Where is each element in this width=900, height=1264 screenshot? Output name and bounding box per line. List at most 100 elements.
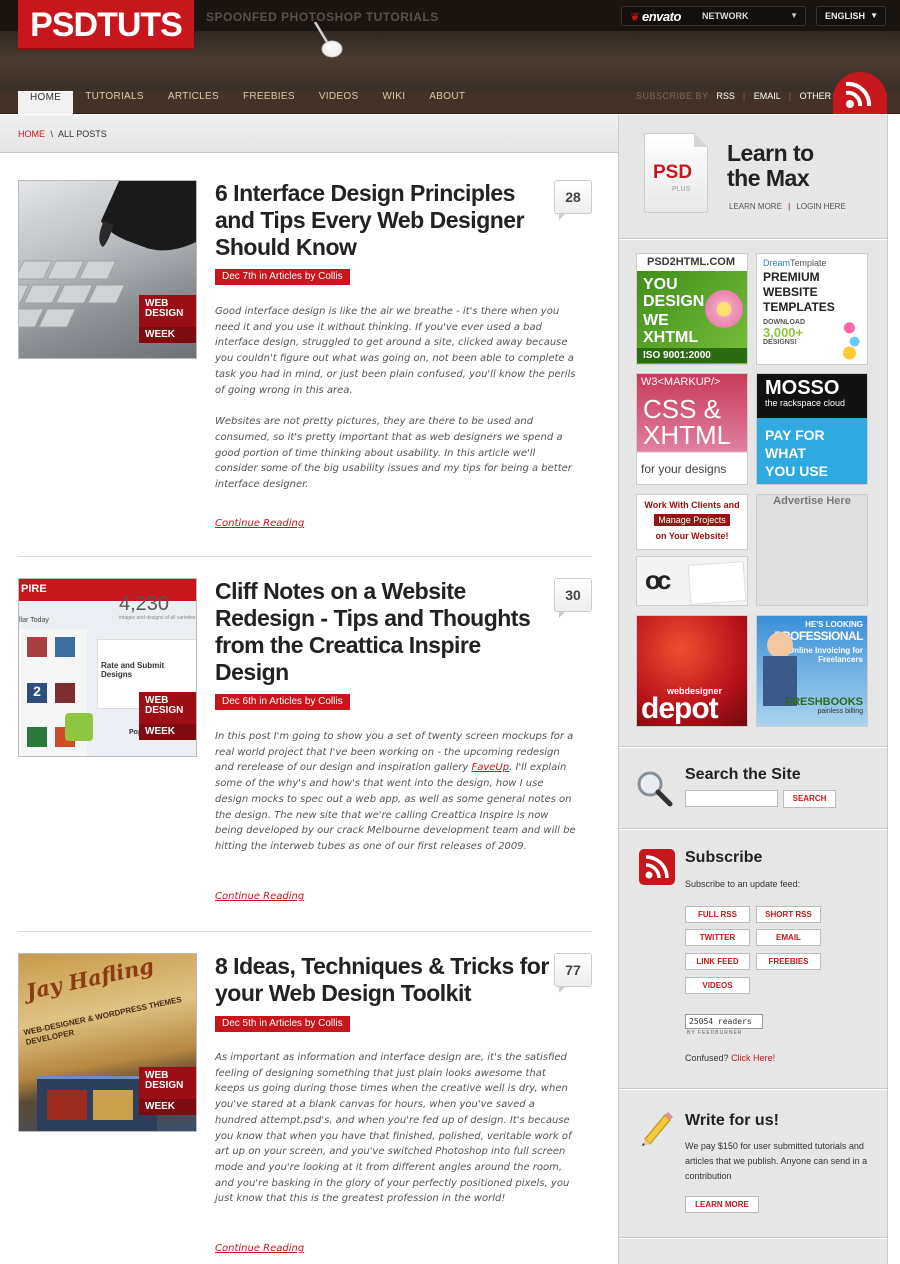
login-here-link[interactable]: LOGIN HERE [796, 202, 845, 211]
post-3-excerpt: As important as information and interfac… [215, 1050, 577, 1223]
advertise-here-slot[interactable]: Advertise Here [756, 494, 868, 606]
nav-articles[interactable]: ARTICLES [156, 91, 231, 114]
next-sidebar-box [619, 1240, 887, 1264]
faveup-link[interactable]: FaveUp [471, 762, 509, 773]
search-button[interactable]: SEARCH [783, 790, 836, 808]
confused-text: Confused? Click Here! [685, 1053, 776, 1063]
subscribe-rss-link[interactable]: RSS [716, 91, 735, 101]
feedburner-counter[interactable]: 25054 readers [685, 1014, 763, 1029]
feedburner-label: BY FEEDBURNER [687, 1030, 743, 1036]
web-design-week-badge: WEB DESIGN WEEK [139, 692, 196, 740]
psd-plus-links: LEARN MORE | LOGIN HERE [729, 202, 846, 211]
thumb-script: Jay Hafling [23, 953, 156, 1005]
site-header: PSDTUTS SPOONFED PHOTOSHOP TUTORIALS ❦ e… [0, 0, 900, 91]
nav-home[interactable]: HOME [18, 91, 74, 114]
post-2-continue-reading[interactable]: Continue Reading [215, 891, 304, 902]
email-button[interactable]: EMAIL [756, 929, 821, 946]
ad-oc[interactable]: oc [636, 556, 748, 606]
post-1: WEB DESIGN WEEK 6 Interface Design Princ… [18, 180, 592, 540]
post-1-paragraph: Websites are not pretty pictures, they a… [215, 416, 572, 491]
post-divider [18, 931, 592, 932]
psd-plus-box: PSD PLUS Learn to the Max LEARN MORE | L… [619, 115, 887, 240]
search-input[interactable] [685, 790, 778, 807]
subscribe-other-link[interactable]: OTHER [800, 91, 832, 101]
pencil-icon [642, 1112, 673, 1146]
nav-videos[interactable]: VIDEOS [307, 91, 371, 114]
post-3-title[interactable]: 8 Ideas, Techniques & Tricks for your We… [215, 953, 555, 1007]
swirl-decoration [839, 314, 865, 360]
post-3-comment-count[interactable]: 77 [554, 953, 592, 993]
businessman-illustration [767, 632, 793, 658]
web-design-week-badge: WEB DESIGN WEEK [139, 1067, 196, 1115]
post-1-continue-reading[interactable]: Continue Reading [215, 518, 304, 529]
network-dropdown[interactable]: ❦ envato NETWORK ▼ [621, 6, 806, 26]
breadcrumb-separator: \ [50, 129, 54, 139]
subscribe-by-label: SUBSCRIBE BY [636, 91, 709, 101]
subscribe-box: Subscribe Subscribe to an update feed: F… [619, 831, 887, 1090]
language-dropdown[interactable]: ENGLISH ▼ [816, 6, 886, 26]
subscribe-email-link[interactable]: EMAIL [754, 91, 781, 101]
post-1-title[interactable]: 6 Interface Design Principles and Tips E… [215, 180, 545, 261]
ads-box: PSD2HTML.COM YOU DESIGN WE XHTML ISO 900… [619, 241, 887, 748]
post-2-thumbnail[interactable]: PIRE 4,230 images and designs of all var… [18, 578, 197, 757]
post-3-continue-reading[interactable]: Continue Reading [215, 1243, 304, 1254]
post-2-meta[interactable]: Dec 6th in Articles by Collis [215, 694, 350, 710]
post-2-title[interactable]: Cliff Notes on a Website Redesign - Tips… [215, 578, 545, 686]
write-heading: Write for us! [685, 1112, 779, 1129]
main-nav: HOME TUTORIALS ARTICLES FREEBIES VIDEOS … [18, 91, 477, 114]
ad-w3markup[interactable]: W3<MARKUP/> CSS & XHTML for your designs [636, 373, 748, 485]
psd-plus-heading: Learn to the Max [727, 140, 814, 191]
twitter-button[interactable]: TWITTER [685, 929, 750, 946]
write-text: We pay $150 for user submitted tutorials… [685, 1141, 868, 1181]
write-learn-more-button[interactable]: LEARN MORE [685, 1196, 759, 1213]
post-1-meta[interactable]: Dec 7th in Articles by Collis [215, 269, 350, 285]
envato-brand: envato [642, 9, 681, 24]
ad-dreamtemplate[interactable]: DreamTemplate PREMIUM WEBSITE TEMPLATES … [756, 253, 868, 365]
nav-wiki[interactable]: WIKI [370, 91, 417, 114]
post-1-comment-count[interactable]: 28 [554, 180, 592, 220]
post-3-paragraph: As important as information and interfac… [215, 1052, 572, 1205]
post-1-paragraph: Good interface design is like the air we… [215, 306, 576, 396]
chevron-down-icon: ▼ [870, 11, 878, 20]
ad-freshbooks[interactable]: HE'S LOOKING PROFESSIONAL Online Invoici… [756, 615, 868, 727]
nav-about[interactable]: ABOUT [417, 91, 477, 114]
short-rss-button[interactable]: SHORT RSS [756, 906, 821, 923]
breadcrumb-home[interactable]: HOME [18, 129, 45, 139]
post-2: PIRE 4,230 images and designs of all var… [18, 578, 592, 908]
breadcrumb: HOME \ ALL POSTS [0, 115, 618, 153]
thumb-count: 4,230 [119, 593, 170, 615]
network-label: NETWORK [702, 11, 749, 21]
post-3-meta[interactable]: Dec 5th in Articles by Collis [215, 1016, 350, 1032]
link-feed-button[interactable]: LINK FEED [685, 953, 750, 970]
post-3: Jay Hafling WEB-DESIGNER & WORDPRESS THE… [18, 953, 592, 1263]
full-rss-button[interactable]: FULL RSS [685, 906, 750, 923]
nav-tutorials[interactable]: TUTORIALS [73, 91, 156, 114]
search-heading: Search the Site [685, 766, 801, 783]
freebies-button[interactable]: FREEBIES [756, 953, 821, 970]
post-3-thumbnail[interactable]: Jay Hafling WEB-DESIGNER & WORDPRESS THE… [18, 953, 197, 1132]
videos-button[interactable]: VIDEOS [685, 977, 750, 994]
ad-psd2html[interactable]: PSD2HTML.COM YOU DESIGN WE XHTML ISO 900… [636, 253, 748, 365]
post-divider [18, 556, 592, 557]
post-2-comment-count[interactable]: 30 [554, 578, 592, 618]
sidebar: PSD PLUS Learn to the Max LEARN MORE | L… [618, 115, 888, 1264]
learn-more-link[interactable]: LEARN MORE [729, 202, 782, 211]
site-logo[interactable]: PSDTUTS [18, 0, 194, 50]
post-1-thumbnail[interactable]: WEB DESIGN WEEK [18, 180, 197, 359]
ad-webdesigner-depot[interactable]: webdesigner depot [636, 615, 748, 727]
post-2-excerpt: In this post I'm going to show you a set… [215, 731, 576, 852]
main-navbar: HOME TUTORIALS ARTICLES FREEBIES VIDEOS … [0, 91, 900, 114]
magnifier-icon [637, 771, 673, 807]
ad-clients[interactable]: Work With Clients and Manage Projects on… [636, 494, 748, 550]
psd-plus-file-icon[interactable]: PSD PLUS [644, 133, 708, 213]
subscribe-intro: Subscribe to an update feed: [685, 879, 801, 889]
breadcrumb-current: ALL POSTS [58, 129, 107, 139]
spoon-icon [313, 22, 343, 58]
flower-icon [705, 290, 743, 328]
subscribe-bar: SUBSCRIBE BY RSS | EMAIL | OTHER [636, 91, 832, 101]
ad-mosso[interactable]: MOSSO the rackspace cloud PAY FOR WHAT Y… [756, 373, 868, 485]
click-here-link[interactable]: Click Here! [731, 1053, 775, 1063]
chevron-down-icon: ▼ [790, 11, 798, 20]
nav-freebies[interactable]: FREEBIES [231, 91, 307, 114]
rss-icon [639, 849, 675, 885]
